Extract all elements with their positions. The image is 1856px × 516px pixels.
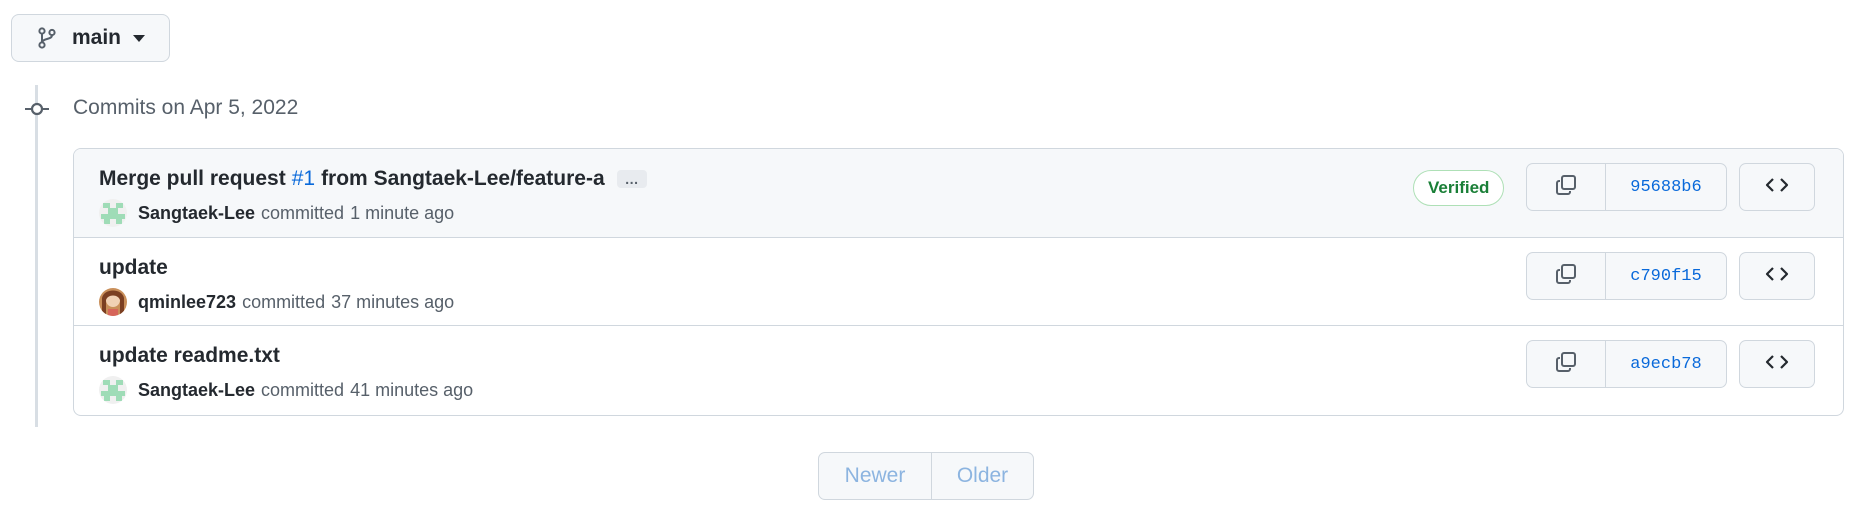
- sha-button-group: 95688b6: [1526, 163, 1727, 211]
- commit-author-link[interactable]: Sangtaek-Lee: [138, 380, 255, 401]
- git-commit-icon: [23, 99, 51, 119]
- commit-title: update: [99, 256, 168, 280]
- browse-repository-button[interactable]: [1739, 252, 1815, 300]
- newer-button[interactable]: Newer: [819, 453, 932, 499]
- code-icon: [1765, 177, 1789, 198]
- commit-time: 41 minutes ago: [350, 379, 474, 400]
- copy-sha-button[interactable]: [1527, 253, 1606, 299]
- commit-sha-link[interactable]: 95688b6: [1606, 164, 1726, 210]
- copy-sha-button[interactable]: [1527, 341, 1606, 387]
- branch-name: main: [72, 26, 122, 49]
- browse-repository-button[interactable]: [1739, 340, 1815, 388]
- commit-time: 37 minutes ago: [331, 291, 455, 312]
- commit-title: Merge pull request #1 from Sangtaek-Lee/…: [99, 167, 647, 191]
- committed-label: committed: [261, 379, 345, 400]
- git-branch-icon: [38, 26, 60, 50]
- pagination: Newer Older: [818, 452, 1034, 500]
- commit-message-link[interactable]: Merge pull request: [99, 167, 286, 191]
- sha-button-group: c790f15: [1526, 252, 1727, 300]
- sha-button-group: a9ecb78: [1526, 340, 1727, 388]
- commit-group-date: Commits on Apr 5, 2022: [73, 96, 299, 119]
- committed-label: committed: [261, 202, 345, 223]
- pull-request-link[interactable]: #1: [292, 167, 315, 191]
- verified-badge[interactable]: Verified: [1413, 170, 1505, 206]
- copy-icon: [1555, 174, 1577, 201]
- branch-selector-button[interactable]: main: [11, 14, 170, 62]
- commit-message-link[interactable]: update readme.txt: [99, 344, 280, 368]
- commit-time: 1 minute ago: [350, 202, 455, 223]
- commit-row: update readme.txt Sangtaek-Lee committed…: [74, 326, 1843, 415]
- commit-sha-link[interactable]: a9ecb78: [1606, 341, 1726, 387]
- commit-meta: Sangtaek-Lee committed 1 minute ago: [99, 199, 454, 227]
- commit-message-link[interactable]: from Sangtaek-Lee/feature-a: [321, 167, 605, 191]
- commit-row: update qminlee723 committed 37 minutes a…: [74, 238, 1843, 326]
- committed-label: committed: [242, 291, 326, 312]
- timeline-line: [35, 85, 38, 427]
- copy-icon: [1555, 263, 1577, 290]
- commit-sha-link[interactable]: c790f15: [1606, 253, 1726, 299]
- commit-author-link[interactable]: qminlee723: [138, 292, 236, 313]
- avatar[interactable]: [99, 199, 127, 227]
- avatar[interactable]: [99, 376, 127, 404]
- expand-message-button[interactable]: …: [616, 170, 647, 188]
- code-icon: [1765, 354, 1789, 375]
- commit-row: Merge pull request #1 from Sangtaek-Lee/…: [74, 149, 1843, 238]
- avatar[interactable]: [99, 288, 127, 316]
- caret-down-icon: [133, 33, 147, 43]
- code-icon: [1765, 266, 1789, 287]
- browse-repository-button[interactable]: [1739, 163, 1815, 211]
- commit-message-link[interactable]: update: [99, 256, 168, 280]
- commit-title: update readme.txt: [99, 344, 280, 368]
- commit-list: Merge pull request #1 from Sangtaek-Lee/…: [73, 148, 1844, 416]
- commit-meta: Sangtaek-Lee committed 41 minutes ago: [99, 376, 473, 404]
- older-button[interactable]: Older: [932, 453, 1033, 499]
- copy-sha-button[interactable]: [1527, 164, 1606, 210]
- commit-author-link[interactable]: Sangtaek-Lee: [138, 203, 255, 224]
- copy-icon: [1555, 351, 1577, 378]
- commit-meta: qminlee723 committed 37 minutes ago: [99, 288, 454, 316]
